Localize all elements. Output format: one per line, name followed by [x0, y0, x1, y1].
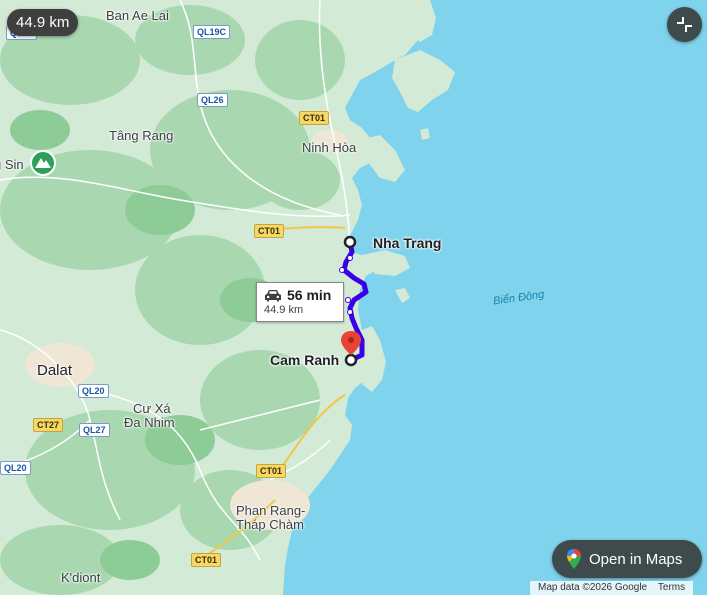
distance-chip: 44.9 km [7, 9, 79, 36]
map-canvas[interactable] [0, 0, 707, 595]
destination-marker [344, 353, 358, 367]
place-label-tang-rang: Tâng Rang [109, 128, 174, 143]
place-label-ban-ae-lai: Ban Ae Lai [106, 8, 169, 23]
road-shield-ct27: CT27 [33, 418, 64, 432]
map-data-text: Map data ©2026 Google [538, 582, 648, 593]
car-icon [265, 289, 281, 301]
place-label-thap-cham: Tháp Chàm [236, 517, 304, 532]
open-in-maps-label: Open in Maps [589, 550, 683, 568]
road-shield-ql27: QL27 [79, 423, 110, 437]
road-shield-ql26: QL26 [197, 93, 228, 107]
place-label-da-nhim: Đa Nhim [124, 415, 175, 430]
mountain-poi-icon [30, 150, 56, 176]
terms-link[interactable]: Terms [658, 582, 685, 593]
road-shield-ct01-c: CT01 [256, 464, 287, 478]
place-label-sin: g Sin [0, 157, 24, 172]
route-info-card[interactable]: 56 min 44.9 km [256, 282, 344, 322]
route-duration: 56 min [287, 287, 332, 303]
place-label-cu-xa: Cư Xá [133, 401, 171, 416]
place-label-phan-rang: Phan Rang- [236, 503, 306, 518]
collapse-icon [677, 17, 692, 32]
place-label-dalat: Dalat [37, 362, 73, 379]
origin-label: Nha Trang [373, 235, 442, 251]
destination-label: Cam Ranh [270, 352, 340, 368]
road-shield-ct01-a: CT01 [299, 111, 330, 125]
open-in-maps-button[interactable]: Open in Maps [552, 540, 702, 578]
road-shield-ct01-b: CT01 [254, 224, 285, 238]
place-label-ninh-hoa: Ninh Hòa [302, 140, 357, 155]
road-shield-ct01-d: CT01 [191, 553, 222, 567]
road-shield-ql20-a: QL20 [78, 384, 109, 398]
place-label-kdiont: K'diont [61, 570, 101, 585]
origin-marker [343, 235, 357, 249]
google-maps-pin-icon [567, 549, 581, 569]
collapse-button[interactable] [667, 7, 702, 42]
road-shield-ql20-b: QL20 [0, 461, 31, 475]
route-distance: 44.9 km [264, 304, 304, 316]
map-attribution: Map data ©2026 Google Terms [530, 581, 694, 595]
road-shield-ql19c: QL19C [193, 25, 231, 39]
